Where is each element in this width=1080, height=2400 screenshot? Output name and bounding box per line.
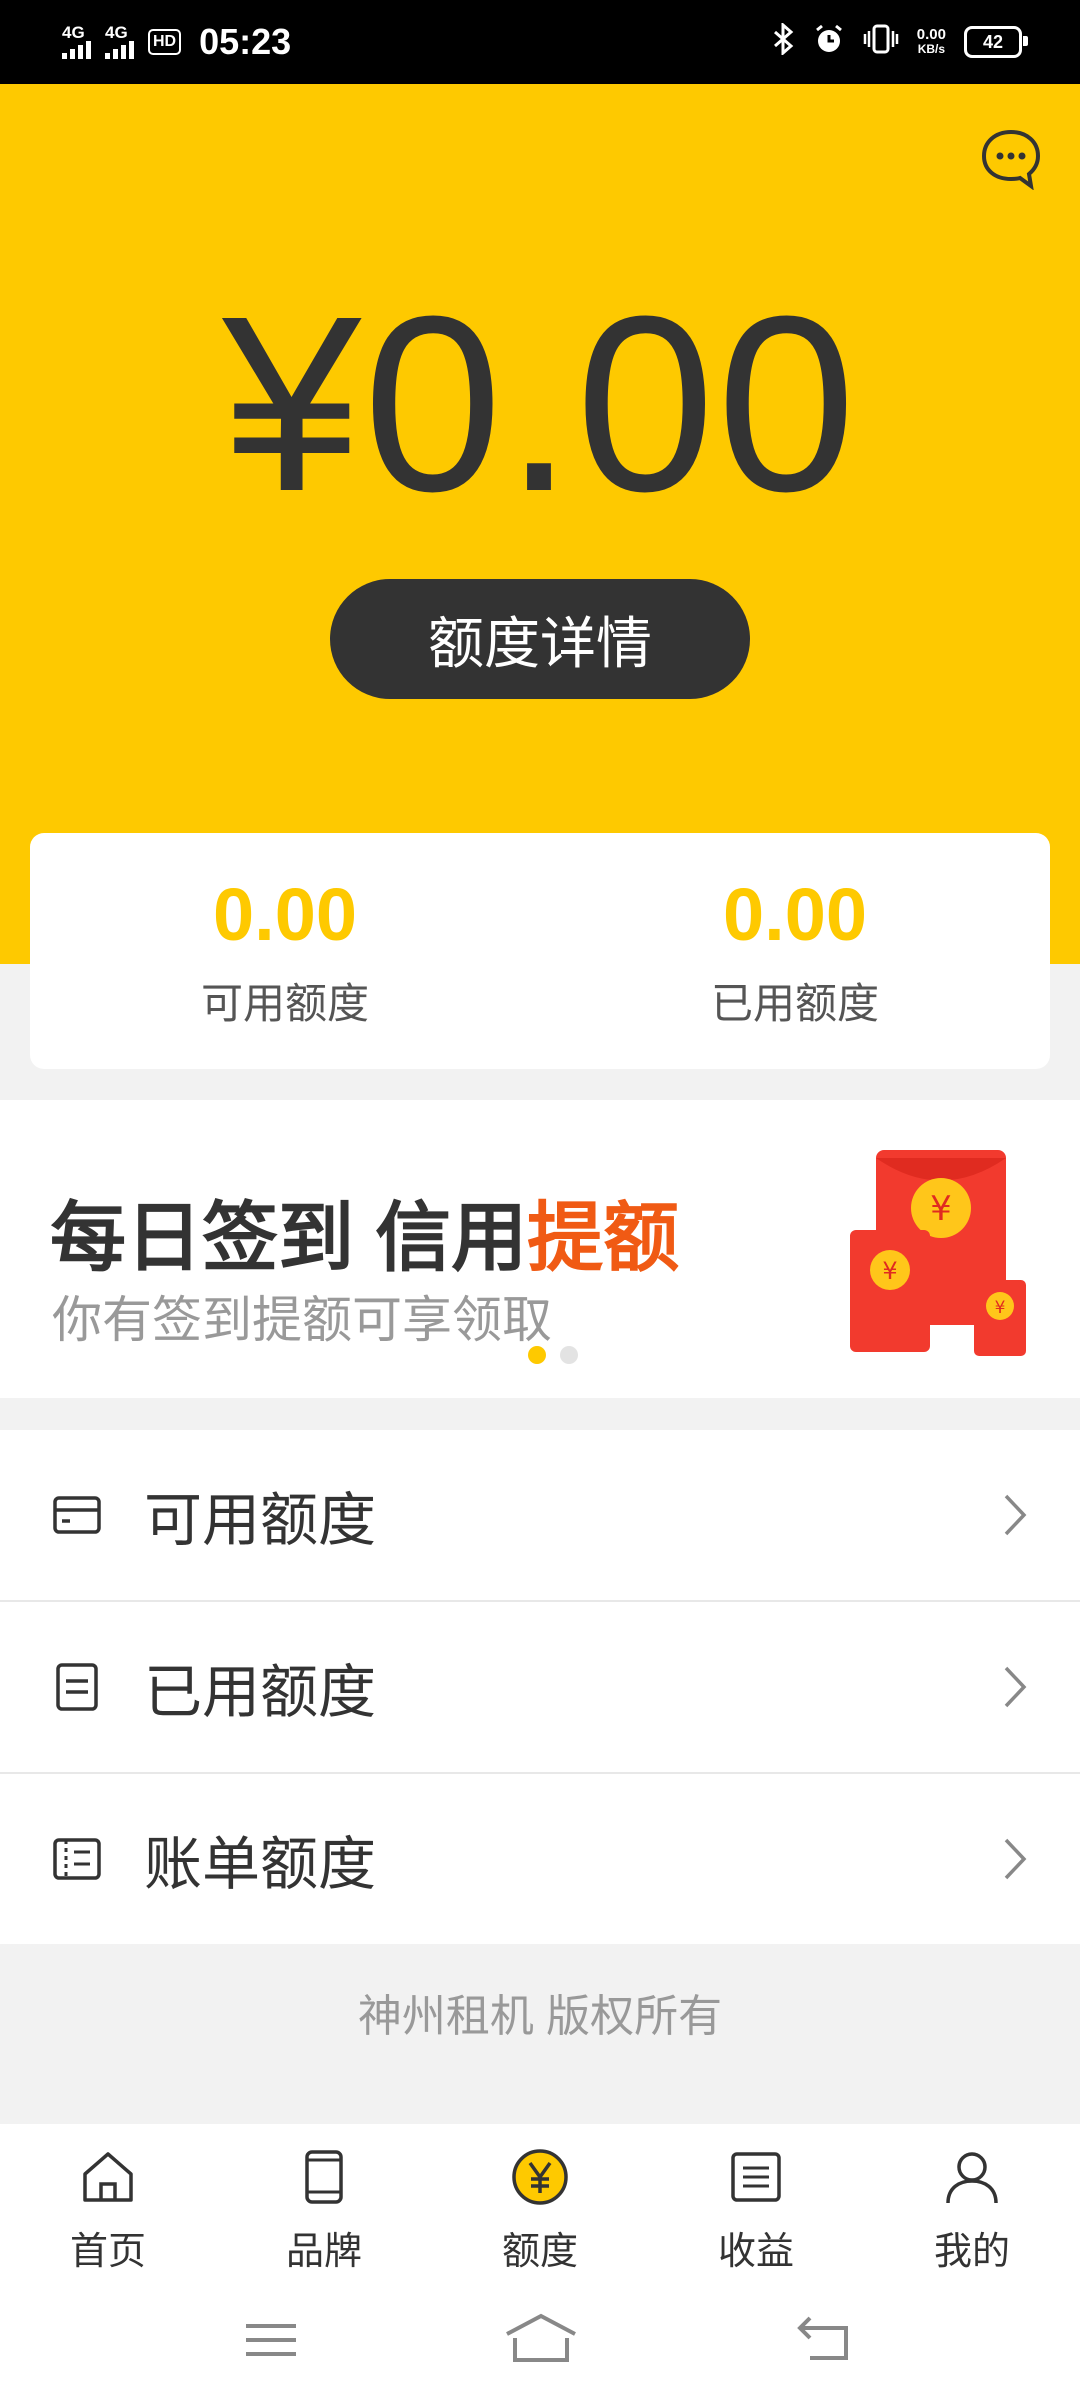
chevron-right-icon <box>1004 1666 1027 1708</box>
quota-menu: 可用额度 已用额度 账单额度 <box>0 1430 1080 1944</box>
tab-label: 额度 <box>501 2231 578 2273</box>
stat-value: 0.00 <box>212 873 358 956</box>
user-icon <box>946 2152 998 2204</box>
tab-label: 品牌 <box>285 2231 362 2273</box>
available-quota-stat[interactable]: 0.00 可用额度 <box>30 833 540 1069</box>
tab-label: 首页 <box>69 2231 146 2273</box>
svg-text:¥: ¥ <box>882 1257 897 1285</box>
speed-unit: KB/s <box>917 42 946 56</box>
tab-home[interactable]: 首页 <box>0 2124 216 2280</box>
system-nav-bar <box>0 2280 1080 2400</box>
tab-label: 收益 <box>717 2231 794 2273</box>
chevron-right-icon <box>1004 1494 1027 1536</box>
menu-icon[interactable] <box>244 2310 298 2370</box>
phone-icon <box>305 2150 343 2204</box>
menu-item-used-quota[interactable]: 已用额度 <box>0 1600 1080 1772</box>
home-icon <box>83 2152 133 2202</box>
tab-earnings[interactable]: 收益 <box>648 2124 864 2280</box>
card-icon <box>53 1496 101 1534</box>
copyright-text: 神州租机 版权所有 <box>357 1992 723 2041</box>
red-envelope-icon: ¥ ¥ ¥ <box>850 1150 1026 1356</box>
menu-item-bill-quota[interactable]: 账单额度 <box>0 1772 1080 1944</box>
svg-text:¥: ¥ <box>995 1298 1006 1318</box>
bottom-tab-bar: 首页 品牌 额度 收益 我的 <box>0 2124 1080 2280</box>
banner-subtitle: 你有签到提额可享领取 <box>52 1292 552 1348</box>
tab-label: 我的 <box>933 2231 1010 2273</box>
carousel-dot <box>560 1346 578 1364</box>
signal-icon: 4G <box>62 23 91 59</box>
carousel-dot-active <box>528 1346 546 1364</box>
quota-stats-card: 0.00 可用额度 0.00 已用额度 <box>30 833 1050 1069</box>
network-type-2: 4G <box>105 23 128 42</box>
svg-text:¥: ¥ <box>930 1189 952 1229</box>
vibrate-icon <box>863 23 899 61</box>
battery-icon: 42 <box>964 26 1028 58</box>
quota-detail-button[interactable]: 额度详情 <box>330 579 750 699</box>
used-quota-stat[interactable]: 0.00 已用额度 <box>540 833 1050 1069</box>
banner-title-highlight: 提额 <box>527 1196 680 1281</box>
menu-item-label: 已用额度 <box>144 1660 377 1725</box>
tab-quota[interactable]: 额度 <box>432 2124 648 2280</box>
bluetooth-icon <box>773 21 795 61</box>
back-icon[interactable] <box>796 2310 852 2370</box>
stat-label: 已用额度 <box>710 980 879 1027</box>
network-speed: 0.00 KB/s <box>917 27 946 57</box>
battery-level: 42 <box>982 31 1004 52</box>
yen-icon <box>512 2149 568 2205</box>
speed-value: 0.00 <box>916 26 946 43</box>
alarm-icon <box>813 23 845 61</box>
checkin-banner[interactable]: 每日签到 信用提额 你有签到提额可享领取 ¥ ¥ ¥ <box>0 1100 1080 1398</box>
stat-value: 0.00 <box>722 873 868 956</box>
carousel-indicator <box>528 1346 578 1364</box>
menu-item-label: 可用额度 <box>144 1488 377 1553</box>
hero-section: ¥0.00 额度详情 <box>0 84 1080 964</box>
menu-item-label: 账单额度 <box>144 1832 377 1897</box>
network-type-1: 4G <box>62 23 85 42</box>
bill-icon <box>53 1838 101 1880</box>
status-bar: 4G 4G HD 05:23 0.00 KB/s 42 <box>0 0 1080 84</box>
banner-title-main: 每日签到 信用 <box>50 1196 528 1281</box>
balance-amount: ¥0.00 <box>222 264 858 543</box>
home-nav-icon[interactable] <box>505 2310 577 2370</box>
document-icon <box>56 1663 98 1711</box>
clock: 05:23 <box>199 21 292 62</box>
menu-item-available-quota[interactable]: 可用额度 <box>0 1430 1080 1600</box>
banner-title: 每日签到 信用提额 <box>50 1176 679 1286</box>
list-icon <box>731 2152 781 2202</box>
signal-icon-2: 4G <box>105 23 134 59</box>
tab-mine[interactable]: 我的 <box>864 2124 1080 2280</box>
tab-brand[interactable]: 品牌 <box>216 2124 432 2280</box>
stat-label: 可用额度 <box>200 980 369 1027</box>
chevron-right-icon <box>1004 1838 1027 1880</box>
hd-icon: HD <box>148 29 182 55</box>
message-icon[interactable] <box>980 128 1042 190</box>
